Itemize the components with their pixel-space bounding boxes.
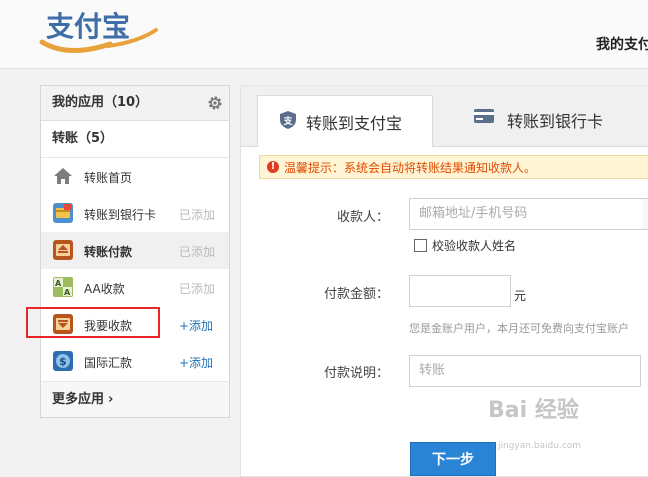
sidebar-item-transfer-to-bank-card[interactable]: 转账到银行卡 已添加 xyxy=(41,195,229,232)
warning-icon: ! xyxy=(267,161,279,173)
svg-text:支付宝: 支付宝 xyxy=(46,10,130,43)
sidebar: 我的应用（10） 转账（5） 转账首页 转账到银行卡 已添加 转账付款 已添加 … xyxy=(40,85,230,418)
more-apps-label: 更多应用 xyxy=(52,392,105,407)
my-apps-header: 我的应用（10） xyxy=(41,86,229,121)
bank-card-icon xyxy=(53,203,73,223)
baidu-jingyan-watermark: Bai 经验 xyxy=(488,398,579,423)
sidebar-item-aa-collect[interactable]: A A AA收款 已添加 xyxy=(41,269,229,306)
add-app-link[interactable]: +添加 xyxy=(179,354,213,371)
tab-transfer-to-alipay[interactable]: 支 转账到支付宝 xyxy=(257,95,433,147)
sidebar-item-transfer-home[interactable]: 转账首页 xyxy=(41,158,229,195)
notice-banner: ! 温馨提示：系统会自动将转账结果通知收款人。 xyxy=(259,155,648,179)
next-step-button[interactable]: 下一步 xyxy=(410,442,496,476)
added-status: 已添加 xyxy=(179,208,216,222)
added-status: 已添加 xyxy=(179,245,216,259)
contacts-button[interactable] xyxy=(642,198,648,230)
add-app-link[interactable]: +添加 xyxy=(179,317,213,334)
currency-unit: 元 xyxy=(514,289,527,303)
tab-label: 转账到支付宝 xyxy=(306,114,403,133)
highlight-box xyxy=(26,307,160,338)
svg-text:$: $ xyxy=(59,355,67,368)
amount-hint: 您是金账户用户，本月还可免费向支付宝账户 xyxy=(409,322,629,335)
my-apps-label: 我的应用（10） xyxy=(52,95,149,110)
transfer-section-header[interactable]: 转账（5） xyxy=(41,121,229,158)
tab-bar: 支 转账到支付宝 转账到银行卡 xyxy=(241,86,648,147)
sidebar-item-label: 国际汇款 xyxy=(84,356,133,370)
amount-label: 付款金额： xyxy=(323,287,389,302)
watermark-url: jingyan.baidu.com xyxy=(498,441,582,451)
svg-text:支: 支 xyxy=(283,115,294,127)
sidebar-item-label: 转账付款 xyxy=(84,245,133,259)
memo-input[interactable]: 转账 xyxy=(409,355,641,387)
svg-text:A: A xyxy=(64,288,71,297)
sidebar-item-transfer-pay[interactable]: 转账付款 已添加 xyxy=(41,232,229,269)
transfer-pay-icon xyxy=(53,240,73,260)
verify-name-label: 校验收款人姓名 xyxy=(432,239,517,253)
tab-transfer-to-bank-card[interactable]: 转账到银行卡 xyxy=(473,95,648,147)
international-remit-icon: $ xyxy=(53,351,73,371)
amount-input[interactable] xyxy=(409,275,511,307)
alipay-logo[interactable]: 支付宝 xyxy=(38,6,168,56)
home-icon xyxy=(54,168,72,184)
added-status: 已添加 xyxy=(179,282,216,296)
sidebar-item-label: 转账到银行卡 xyxy=(84,208,157,222)
chevron-right-icon: › xyxy=(108,392,114,407)
tab-label: 转账到银行卡 xyxy=(507,112,604,131)
sidebar-item-label: AA收款 xyxy=(84,282,125,296)
top-header: 支付宝 我的支付宝 xyxy=(0,0,648,69)
verify-name-checkbox[interactable] xyxy=(414,239,427,252)
payee-input[interactable]: 邮箱地址/手机号码 xyxy=(409,198,643,230)
bank-card-icon xyxy=(474,109,494,123)
sidebar-item-label: 转账首页 xyxy=(84,171,133,185)
svg-text:A: A xyxy=(55,279,62,288)
sidebar-item-international-remittance[interactable]: $ 国际汇款 +添加 xyxy=(41,343,229,380)
gear-icon[interactable] xyxy=(207,95,223,111)
more-apps-link[interactable]: 更多应用 › xyxy=(41,381,229,417)
payee-label: 收款人： xyxy=(336,210,389,225)
aa-collect-icon: A A xyxy=(53,277,73,297)
transfer-panel: 支 转账到支付宝 转账到银行卡 ! 温馨提示：系统会自动将转账结果通知收款人。 … xyxy=(240,85,648,477)
memo-label: 付款说明： xyxy=(323,366,389,381)
my-alipay-title[interactable]: 我的支付宝 xyxy=(596,34,648,54)
notice-text: 温馨提示：系统会自动将转账结果通知收款人。 xyxy=(284,161,537,175)
alipay-shield-icon: 支 xyxy=(280,111,296,129)
